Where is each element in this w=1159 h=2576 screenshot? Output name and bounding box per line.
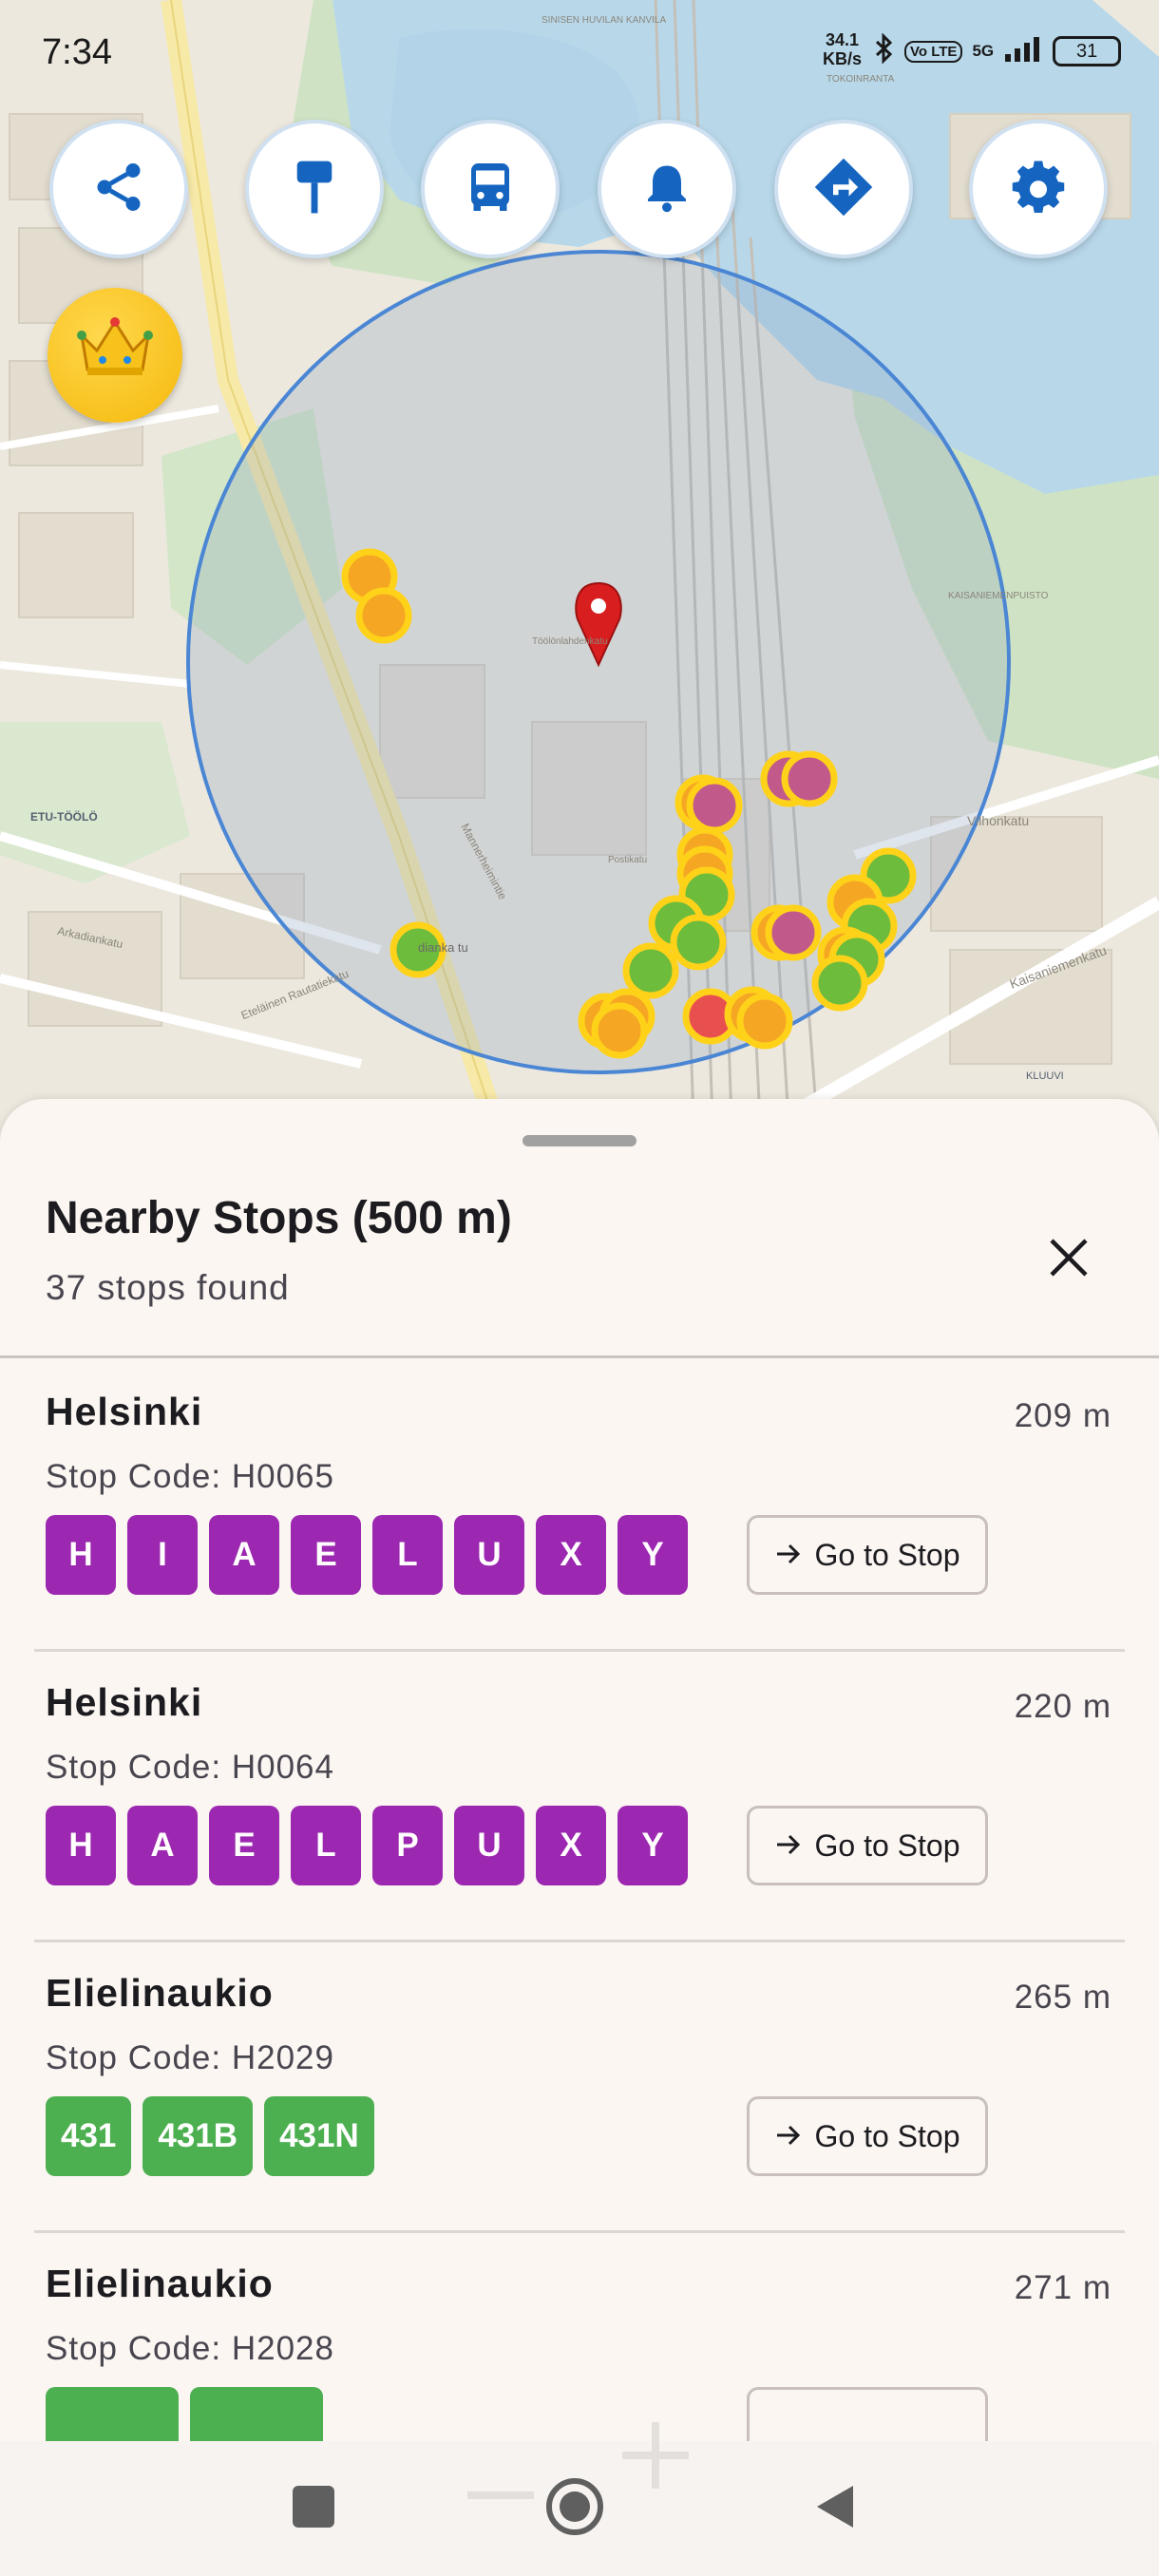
route-chip[interactable]: 431 [46, 2096, 132, 2176]
route-chip[interactable]: X [536, 1806, 606, 1885]
signpost-icon [288, 157, 341, 222]
route-chip[interactable]: 431N [264, 2096, 374, 2176]
stop-distance: 209 m [1014, 1397, 1112, 1434]
gear-icon [1010, 159, 1067, 220]
signal-icon [1003, 35, 1043, 68]
route-chip[interactable]: Y [618, 1515, 688, 1595]
stop-distance: 265 m [1014, 1979, 1112, 2016]
stop-distance: 271 m [1014, 2269, 1112, 2306]
share-icon [90, 159, 147, 220]
stop-list-item[interactable]: Helsinki 209 m Stop Code: H0065 H I A E … [0, 1361, 1159, 1652]
map-label: Töölönlahdenkatu [532, 636, 608, 647]
sheet-title: Nearby Stops (500 m) [46, 1193, 512, 1243]
zoom-out-icon [467, 2449, 534, 2519]
route-chip[interactable]: H [46, 1515, 116, 1595]
route-chip[interactable]: A [209, 1515, 279, 1595]
nearby-stops-sheet[interactable]: Nearby Stops (500 m) 37 stops found Hels… [0, 1099, 1159, 2505]
back-button[interactable] [803, 2475, 869, 2542]
status-bar: 7:34 34.1 KB/s Vo LTE 5G 31 [0, 0, 1159, 104]
alerts-button[interactable] [598, 120, 736, 258]
map-label: KLUUVI [1026, 1070, 1064, 1082]
header-divider [0, 1355, 1159, 1358]
circle-icon [544, 2476, 605, 2542]
stops-count: 37 stops found [46, 1268, 290, 1307]
route-chips: 431 431B 431N [46, 2096, 374, 2176]
route-chip[interactable]: E [209, 1806, 279, 1885]
crown-icon [76, 314, 154, 396]
volte-icon: Vo LTE [904, 40, 963, 63]
stop-code: Stop Code: H2028 [46, 2330, 334, 2367]
arrow-right-icon [775, 1538, 802, 1573]
battery-icon: 31 [1053, 36, 1122, 66]
route-chips: H A E L P U X Y [46, 1806, 688, 1885]
close-button[interactable] [1036, 1226, 1102, 1293]
go-to-stop-button[interactable]: Go to Stop [747, 2096, 988, 2176]
stop-list-item[interactable]: Elielinaukio 265 m Stop Code: H2029 431 … [0, 1942, 1159, 2233]
home-button[interactable] [542, 2475, 608, 2542]
route-chips: H I A E L U X Y [46, 1515, 688, 1595]
route-chip[interactable]: U [454, 1515, 524, 1595]
go-to-stop-button[interactable]: Go to Stop [747, 1515, 988, 1595]
directions-button[interactable] [774, 120, 913, 258]
route-chip[interactable]: U [454, 1806, 524, 1885]
stop-name: Elielinaukio [46, 2262, 274, 2305]
stop-sign-button[interactable] [245, 120, 384, 258]
arrow-right-icon [775, 1828, 802, 1864]
settings-button[interactable] [969, 120, 1108, 258]
route-chip[interactable]: X [536, 1515, 606, 1595]
stop-name: Elielinaukio [46, 1971, 274, 2015]
map-label: KAISANIEMENPUISTO [948, 591, 1049, 601]
stop-code: Stop Code: H0064 [46, 1749, 334, 1786]
arrow-right-icon [775, 2119, 802, 2154]
map-label: dianka tu [418, 940, 468, 955]
bluetooth-icon [874, 31, 895, 70]
system-nav-bar [0, 2422, 1159, 2576]
map-label: ETU-TÖÖLÖ [30, 810, 98, 824]
bus-button[interactable] [421, 120, 560, 258]
route-chip[interactable]: H [46, 1806, 116, 1885]
drag-handle[interactable] [522, 1135, 636, 1146]
premium-button[interactable] [48, 288, 182, 423]
route-chip[interactable]: A [127, 1806, 198, 1885]
share-button[interactable] [49, 120, 188, 258]
route-chip[interactable]: 431B [142, 2096, 254, 2176]
stop-name: Helsinki [46, 1390, 203, 1433]
network-speed: 34.1 KB/s [823, 30, 863, 68]
back-triangle-icon [811, 2482, 861, 2536]
go-to-stop-label: Go to Stop [814, 2118, 960, 2153]
stop-code: Stop Code: H2029 [46, 2039, 334, 2076]
route-chip[interactable]: I [127, 1515, 198, 1595]
stop-name: Helsinki [46, 1680, 203, 1724]
go-to-stop-label: Go to Stop [814, 1828, 960, 1863]
status-icons: Vo LTE 5G 31 [874, 31, 1122, 70]
directions-icon [812, 156, 875, 223]
route-chip[interactable]: L [372, 1515, 443, 1595]
route-chip[interactable]: P [372, 1806, 443, 1885]
close-icon [1046, 1235, 1092, 1285]
route-chip[interactable]: L [291, 1806, 361, 1885]
zoom-in-icon [622, 2422, 689, 2503]
map-label: Vilhonkatu [967, 813, 1030, 828]
route-chip[interactable]: E [291, 1515, 361, 1595]
stop-list-item[interactable]: Helsinki 220 m Stop Code: H0064 H A E L … [0, 1652, 1159, 1942]
bus-icon [462, 159, 519, 220]
bell-icon [638, 159, 695, 220]
go-to-stop-label: Go to Stop [814, 1537, 960, 1572]
square-icon [291, 2484, 336, 2534]
network-type: 5G [972, 42, 995, 60]
map-label: Postikatu [608, 855, 648, 865]
route-chip[interactable]: Y [618, 1806, 688, 1885]
stop-code: Stop Code: H0065 [46, 1458, 334, 1495]
stop-distance: 220 m [1014, 1688, 1112, 1725]
recents-button[interactable] [280, 2475, 347, 2542]
go-to-stop-button[interactable]: Go to Stop [747, 1806, 988, 1885]
status-time: 7:34 [42, 32, 112, 72]
